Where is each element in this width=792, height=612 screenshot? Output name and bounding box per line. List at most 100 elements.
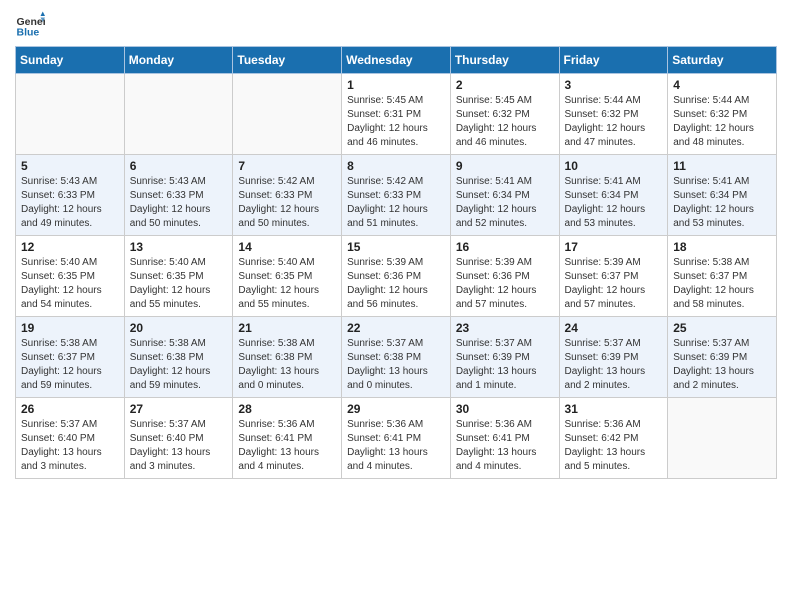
calendar-cell: 27 Sunrise: 5:37 AM Sunset: 6:40 PM Dayli… [124, 398, 233, 479]
calendar-cell: 15 Sunrise: 5:39 AM Sunset: 6:36 PM Dayli… [342, 236, 451, 317]
calendar-cell: 11 Sunrise: 5:41 AM Sunset: 6:34 PM Dayli… [668, 155, 777, 236]
day-number: 6 [130, 159, 228, 173]
day-info: Sunrise: 5:37 AM Sunset: 6:40 PM Dayligh… [130, 418, 228, 474]
day-info: Sunrise: 5:39 AM Sunset: 6:36 PM Dayligh… [456, 256, 554, 312]
calendar-cell: 20 Sunrise: 5:38 AM Sunset: 6:38 PM Dayli… [124, 317, 233, 398]
logo-icon: General Blue [15, 10, 45, 40]
day-info: Sunrise: 5:44 AM Sunset: 6:32 PM Dayligh… [673, 94, 771, 150]
day-number: 5 [21, 159, 119, 173]
day-number: 7 [238, 159, 336, 173]
day-header-saturday: Saturday [668, 47, 777, 74]
day-info: Sunrise: 5:37 AM Sunset: 6:38 PM Dayligh… [347, 337, 445, 393]
calendar-cell [124, 74, 233, 155]
day-info: Sunrise: 5:40 AM Sunset: 6:35 PM Dayligh… [130, 256, 228, 312]
day-info: Sunrise: 5:41 AM Sunset: 6:34 PM Dayligh… [565, 175, 663, 231]
day-number: 28 [238, 402, 336, 416]
day-info: Sunrise: 5:39 AM Sunset: 6:37 PM Dayligh… [565, 256, 663, 312]
calendar-cell: 31 Sunrise: 5:36 AM Sunset: 6:42 PM Dayli… [559, 398, 668, 479]
calendar-week-row: 5 Sunrise: 5:43 AM Sunset: 6:33 PM Daylig… [16, 155, 777, 236]
day-info: Sunrise: 5:37 AM Sunset: 6:39 PM Dayligh… [673, 337, 771, 393]
day-number: 23 [456, 321, 554, 335]
calendar-cell: 22 Sunrise: 5:37 AM Sunset: 6:38 PM Dayli… [342, 317, 451, 398]
calendar-cell: 30Sunrise: 5:36 AM Sunset: 6:41 PM Dayli… [450, 398, 559, 479]
day-info: Sunrise: 5:44 AM Sunset: 6:32 PM Dayligh… [565, 94, 663, 150]
day-info: Sunrise: 5:41 AM Sunset: 6:34 PM Dayligh… [673, 175, 771, 231]
day-info: Sunrise: 5:38 AM Sunset: 6:37 PM Dayligh… [673, 256, 771, 312]
calendar-header-row: SundayMondayTuesdayWednesdayThursdayFrid… [16, 47, 777, 74]
day-header-friday: Friday [559, 47, 668, 74]
day-info: Sunrise: 5:45 AM Sunset: 6:32 PM Dayligh… [456, 94, 554, 150]
calendar-week-row: 26 Sunrise: 5:37 AM Sunset: 6:40 PM Dayli… [16, 398, 777, 479]
calendar-cell [668, 398, 777, 479]
day-number: 2 [456, 78, 554, 92]
day-info: Sunrise: 5:41 AM Sunset: 6:34 PM Dayligh… [456, 175, 554, 231]
calendar-cell: 23 Sunrise: 5:37 AM Sunset: 6:39 PM Dayli… [450, 317, 559, 398]
calendar-cell: 18Sunrise: 5:38 AM Sunset: 6:37 PM Dayli… [668, 236, 777, 317]
calendar-cell [233, 74, 342, 155]
day-info: Sunrise: 5:38 AM Sunset: 6:37 PM Dayligh… [21, 337, 119, 393]
day-info: Sunrise: 5:36 AM Sunset: 6:41 PM Dayligh… [238, 418, 336, 474]
calendar-cell: 8Sunrise: 5:42 AM Sunset: 6:33 PM Daylig… [342, 155, 451, 236]
page-header: General Blue [15, 10, 777, 40]
logo: General Blue [15, 10, 45, 40]
calendar-cell: 2 Sunrise: 5:45 AM Sunset: 6:32 PM Daylig… [450, 74, 559, 155]
day-info: Sunrise: 5:37 AM Sunset: 6:39 PM Dayligh… [456, 337, 554, 393]
day-number: 11 [673, 159, 771, 173]
day-header-sunday: Sunday [16, 47, 125, 74]
day-number: 14 [238, 240, 336, 254]
day-info: Sunrise: 5:37 AM Sunset: 6:40 PM Dayligh… [21, 418, 119, 474]
day-header-thursday: Thursday [450, 47, 559, 74]
calendar-cell: 24Sunrise: 5:37 AM Sunset: 6:39 PM Dayli… [559, 317, 668, 398]
calendar-week-row: 1 Sunrise: 5:45 AM Sunset: 6:31 PM Daylig… [16, 74, 777, 155]
day-number: 20 [130, 321, 228, 335]
calendar-cell: 9 Sunrise: 5:41 AM Sunset: 6:34 PM Daylig… [450, 155, 559, 236]
day-number: 19 [21, 321, 119, 335]
calendar-cell: 26 Sunrise: 5:37 AM Sunset: 6:40 PM Dayli… [16, 398, 125, 479]
calendar-table: SundayMondayTuesdayWednesdayThursdayFrid… [15, 46, 777, 479]
day-info: Sunrise: 5:43 AM Sunset: 6:33 PM Dayligh… [21, 175, 119, 231]
calendar-cell: 1 Sunrise: 5:45 AM Sunset: 6:31 PM Daylig… [342, 74, 451, 155]
day-number: 25 [673, 321, 771, 335]
day-info: Sunrise: 5:39 AM Sunset: 6:36 PM Dayligh… [347, 256, 445, 312]
day-info: Sunrise: 5:36 AM Sunset: 6:41 PM Dayligh… [347, 418, 445, 474]
day-number: 10 [565, 159, 663, 173]
day-info: Sunrise: 5:36 AM Sunset: 6:42 PM Dayligh… [565, 418, 663, 474]
calendar-cell: 4Sunrise: 5:44 AM Sunset: 6:32 PM Daylig… [668, 74, 777, 155]
day-info: Sunrise: 5:36 AM Sunset: 6:41 PM Dayligh… [456, 418, 554, 474]
day-number: 29 [347, 402, 445, 416]
calendar-cell: 14 Sunrise: 5:40 AM Sunset: 6:35 PM Dayli… [233, 236, 342, 317]
calendar-cell: 10 Sunrise: 5:41 AM Sunset: 6:34 PM Dayli… [559, 155, 668, 236]
calendar-cell: 29 Sunrise: 5:36 AM Sunset: 6:41 PM Dayli… [342, 398, 451, 479]
day-number: 9 [456, 159, 554, 173]
day-number: 12 [21, 240, 119, 254]
day-info: Sunrise: 5:40 AM Sunset: 6:35 PM Dayligh… [238, 256, 336, 312]
day-number: 24 [565, 321, 663, 335]
day-number: 15 [347, 240, 445, 254]
calendar-cell: 5 Sunrise: 5:43 AM Sunset: 6:33 PM Daylig… [16, 155, 125, 236]
day-header-monday: Monday [124, 47, 233, 74]
day-number: 1 [347, 78, 445, 92]
day-number: 27 [130, 402, 228, 416]
day-number: 21 [238, 321, 336, 335]
day-number: 16 [456, 240, 554, 254]
day-number: 13 [130, 240, 228, 254]
day-header-tuesday: Tuesday [233, 47, 342, 74]
day-info: Sunrise: 5:38 AM Sunset: 6:38 PM Dayligh… [130, 337, 228, 393]
day-number: 26 [21, 402, 119, 416]
day-number: 31 [565, 402, 663, 416]
day-info: Sunrise: 5:42 AM Sunset: 6:33 PM Dayligh… [238, 175, 336, 231]
calendar-cell [16, 74, 125, 155]
calendar-cell: 17Sunrise: 5:39 AM Sunset: 6:37 PM Dayli… [559, 236, 668, 317]
calendar-cell: 25 Sunrise: 5:37 AM Sunset: 6:39 PM Dayli… [668, 317, 777, 398]
day-header-wednesday: Wednesday [342, 47, 451, 74]
calendar-cell: 16 Sunrise: 5:39 AM Sunset: 6:36 PM Dayli… [450, 236, 559, 317]
day-number: 8 [347, 159, 445, 173]
calendar-cell: 7 Sunrise: 5:42 AM Sunset: 6:33 PM Daylig… [233, 155, 342, 236]
calendar-cell: 28 Sunrise: 5:36 AM Sunset: 6:41 PM Dayli… [233, 398, 342, 479]
day-number: 22 [347, 321, 445, 335]
day-info: Sunrise: 5:45 AM Sunset: 6:31 PM Dayligh… [347, 94, 445, 150]
day-info: Sunrise: 5:40 AM Sunset: 6:35 PM Dayligh… [21, 256, 119, 312]
calendar-cell: 13 Sunrise: 5:40 AM Sunset: 6:35 PM Dayli… [124, 236, 233, 317]
day-info: Sunrise: 5:43 AM Sunset: 6:33 PM Dayligh… [130, 175, 228, 231]
calendar-cell: 6 Sunrise: 5:43 AM Sunset: 6:33 PM Daylig… [124, 155, 233, 236]
